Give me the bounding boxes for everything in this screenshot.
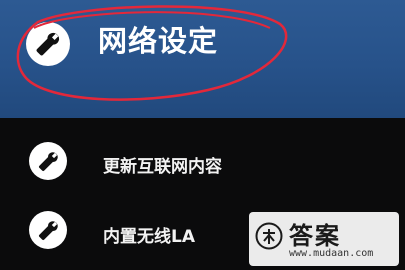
watermark-logo-icon — [255, 222, 283, 250]
settings-screen: 网络设定 更新互联网内容 内置无线LA 答案 www.mudaan.com — [0, 0, 405, 270]
wrench-icon — [26, 22, 70, 66]
menu-item-label: 内置无线LA — [103, 227, 195, 247]
menu-item-network-settings[interactable]: 网络设定 — [0, 0, 405, 118]
wrench-icon — [29, 211, 67, 249]
watermark-url: www.mudaan.com — [289, 248, 374, 259]
watermark: 答案 www.mudaan.com — [249, 212, 399, 266]
watermark-text: 答案 — [289, 222, 341, 250]
wrench-icon — [29, 142, 67, 180]
menu-title: 网络设定 — [98, 24, 219, 58]
menu-item-update-internet-content[interactable]: 更新互联网内容 — [0, 133, 405, 193]
menu-item-label: 更新互联网内容 — [103, 157, 222, 177]
